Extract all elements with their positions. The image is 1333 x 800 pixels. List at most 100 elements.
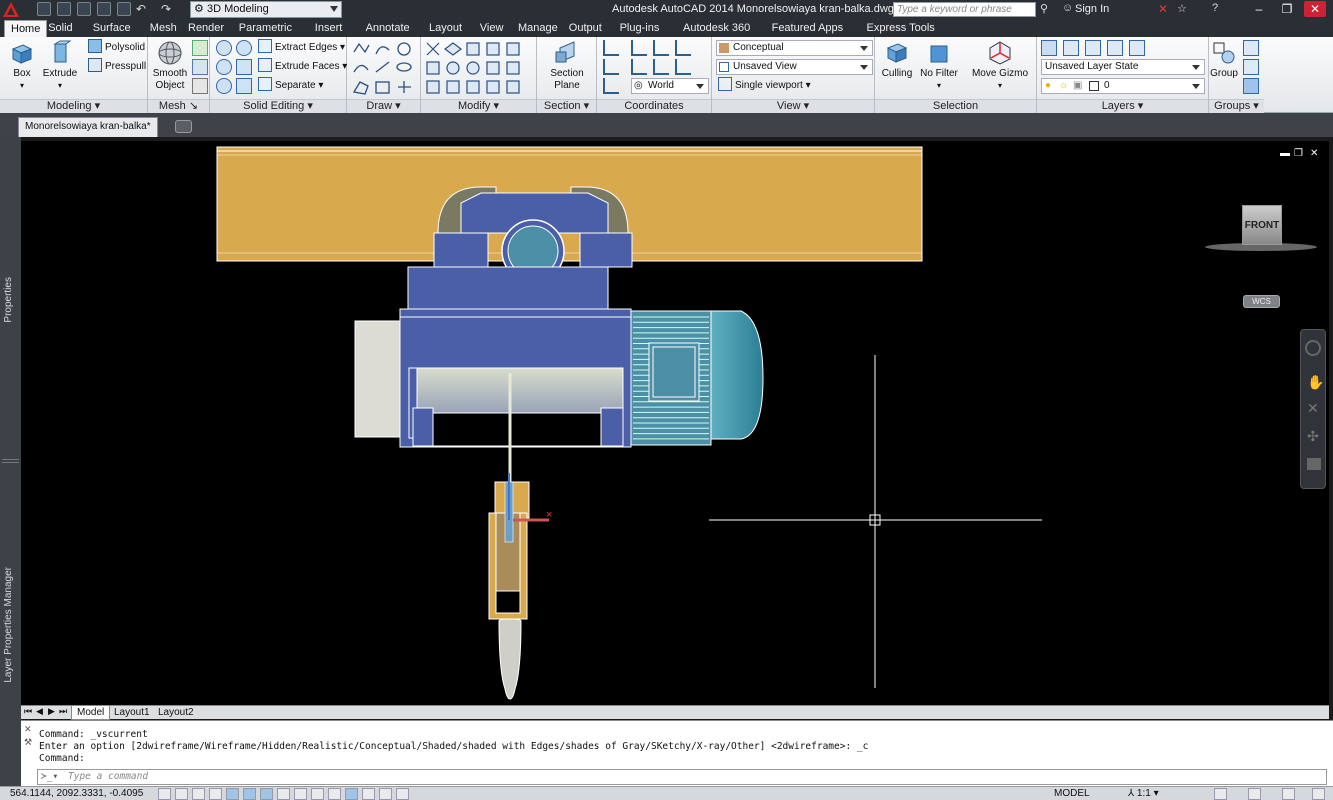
- last-layout-icon[interactable]: ⏭: [59, 706, 67, 717]
- otrack-toggle[interactable]: [277, 788, 290, 800]
- tab-layout1[interactable]: Layout1: [109, 706, 155, 720]
- tab-layout[interactable]: Layout: [423, 20, 468, 37]
- clean-screen-icon[interactable]: [1312, 788, 1325, 800]
- thicken-icon[interactable]: [236, 78, 252, 94]
- panel-title-solid-editing[interactable]: Solid Editing ▾: [210, 99, 346, 113]
- ucs-named-icon[interactable]: [631, 40, 647, 56]
- separate-button[interactable]: Separate ▾: [258, 77, 323, 95]
- selection-cycling-toggle[interactable]: [379, 788, 392, 800]
- snap-toggle[interactable]: [175, 788, 188, 800]
- extract-edges-button[interactable]: Extract Edges ▾: [258, 39, 345, 57]
- tab-plug-ins[interactable]: Plug-ins: [614, 20, 666, 37]
- panel-title-view[interactable]: View ▾: [712, 99, 874, 113]
- minimize-button[interactable]: –: [1248, 1, 1270, 17]
- annotation-scale[interactable]: ⅄ 1:1 ▾: [1128, 788, 1159, 799]
- tab-surface[interactable]: Surface: [87, 20, 137, 37]
- save-as-icon[interactable]: [97, 2, 111, 16]
- osnap-toggle[interactable]: [243, 788, 256, 800]
- interfere-icon[interactable]: [236, 40, 252, 56]
- ucs-view-icon[interactable]: [675, 59, 691, 75]
- tab-render[interactable]: Render: [182, 20, 230, 37]
- tab-model[interactable]: Model: [71, 706, 111, 720]
- panel-title-modeling[interactable]: Modeling ▾: [0, 99, 147, 113]
- redo-icon[interactable]: ↷: [161, 2, 171, 16]
- print-icon[interactable]: [117, 2, 131, 16]
- zoom-icon[interactable]: ✕: [1307, 400, 1319, 417]
- panel-title-selection[interactable]: Selection: [875, 99, 1036, 113]
- layer-properties-icon[interactable]: [1041, 40, 1057, 56]
- union-icon[interactable]: [216, 40, 232, 56]
- model-space-label[interactable]: MODEL: [1054, 788, 1090, 799]
- new-tab-button[interactable]: [175, 120, 192, 133]
- viewport-restore-button[interactable]: ❐: [1294, 148, 1303, 159]
- layer-properties-palette-tab[interactable]: Layer Properties Manager: [3, 567, 14, 683]
- search-input[interactable]: Type a keyword or phrase: [893, 2, 1036, 17]
- tab-manage[interactable]: Manage: [512, 20, 564, 37]
- ucs-z-icon[interactable]: [675, 40, 691, 56]
- tab-express-tools[interactable]: Express Tools: [861, 20, 941, 37]
- star-icon[interactable]: ☆: [1177, 2, 1187, 15]
- open-icon[interactable]: [57, 2, 71, 16]
- slice-icon[interactable]: [236, 59, 252, 75]
- extrude-button[interactable]: Extrude ▾: [38, 40, 82, 92]
- visual-style-dropdown[interactable]: Conceptual: [716, 40, 873, 56]
- properties-palette-tab[interactable]: Properties: [3, 277, 14, 323]
- layer-freeze-icon[interactable]: [1107, 40, 1123, 56]
- tab-output[interactable]: Output: [563, 20, 608, 37]
- section-plane-button[interactable]: Section Plane: [545, 40, 589, 92]
- ucs-icon-toggle[interactable]: [603, 78, 619, 94]
- layer-dropdown[interactable]: ● ☼ ▣ 0: [1041, 78, 1205, 94]
- layer-off-icon[interactable]: [1129, 40, 1145, 56]
- quick-properties-toggle[interactable]: [362, 788, 375, 800]
- tab-view[interactable]: View: [474, 20, 510, 37]
- layer-state-icon[interactable]: [1063, 40, 1079, 56]
- workspace-dropdown[interactable]: ⚙ 3D Modeling: [190, 1, 342, 18]
- panel-title-layers[interactable]: Layers ▾: [1037, 99, 1208, 113]
- tab-parametric[interactable]: Parametric: [233, 20, 298, 37]
- smooth-object-button[interactable]: Smooth Object: [148, 40, 192, 92]
- ucs-x-icon[interactable]: [631, 59, 647, 75]
- user-icon[interactable]: ☺: [1062, 2, 1073, 14]
- ducs-toggle[interactable]: [294, 788, 307, 800]
- move-gizmo-button[interactable]: Move Gizmo ▾: [967, 40, 1033, 92]
- drawing-viewport[interactable]: × ▬ ❐ ✕ FRONT WCS ✋ ✕ ✣: [21, 141, 1329, 705]
- grid-toggle[interactable]: [192, 788, 205, 800]
- ucs-3point-icon[interactable]: [603, 59, 619, 75]
- tab-featured-apps[interactable]: Featured Apps: [766, 20, 850, 37]
- command-input[interactable]: ≻_▾ Type a command: [37, 769, 1327, 785]
- polysolid-button[interactable]: Polysolid: [88, 39, 145, 57]
- tab-annotate[interactable]: Annotate: [360, 20, 416, 37]
- new-icon[interactable]: [37, 2, 51, 16]
- panel-title-groups[interactable]: Groups ▾: [1209, 99, 1264, 113]
- mesh-box-icon[interactable]: [192, 40, 208, 56]
- ucs-icon[interactable]: [603, 40, 619, 56]
- lock-ui-icon[interactable]: [1248, 788, 1261, 800]
- next-layout-icon[interactable]: ▶: [48, 706, 55, 717]
- infer-constraints-toggle[interactable]: [158, 788, 171, 800]
- lineweight-toggle[interactable]: [328, 788, 341, 800]
- exchange-icon[interactable]: ✕: [1158, 2, 1168, 16]
- first-layout-icon[interactable]: ⏮: [24, 706, 32, 717]
- showmotion-icon[interactable]: [1307, 458, 1321, 470]
- close-button[interactable]: ✕: [1304, 1, 1326, 17]
- command-close-icon[interactable]: ✕: [24, 724, 32, 735]
- 3dosnap-toggle[interactable]: [260, 788, 273, 800]
- viewport-minimize-button[interactable]: ▬: [1280, 148, 1290, 159]
- tab-home[interactable]: Home: [4, 20, 48, 37]
- tab-layout2[interactable]: Layout2: [153, 706, 199, 720]
- subtract-icon[interactable]: [216, 59, 232, 75]
- ungroup-icon[interactable]: [1243, 40, 1259, 56]
- mesh-refine-icon[interactable]: [192, 59, 208, 75]
- layer-state-dropdown[interactable]: Unsaved Layer State: [1041, 59, 1205, 75]
- panel-title-draw[interactable]: Draw ▾: [347, 99, 420, 113]
- culling-button[interactable]: Culling: [875, 40, 919, 80]
- no-filter-button[interactable]: No Filter ▾: [917, 40, 961, 92]
- document-tab[interactable]: Monorelsowiaya kran-balka*: [18, 117, 158, 137]
- gizmo-toggle[interactable]: [396, 788, 409, 800]
- orbit-icon[interactable]: ✣: [1307, 428, 1319, 445]
- ucs-y-icon[interactable]: [653, 59, 669, 75]
- group-edit-icon[interactable]: [1243, 59, 1259, 75]
- help-icon[interactable]: ?: [1212, 2, 1218, 14]
- extrude-faces-button[interactable]: Extrude Faces ▾: [258, 58, 347, 76]
- panel-title-section[interactable]: Section ▾: [537, 99, 596, 113]
